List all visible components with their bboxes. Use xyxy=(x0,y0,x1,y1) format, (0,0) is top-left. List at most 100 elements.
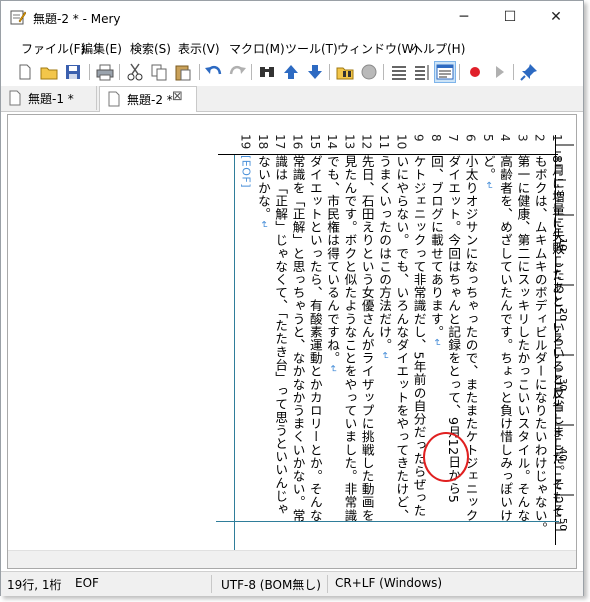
record-macro-icon[interactable] xyxy=(465,62,485,82)
line-number: 2 xyxy=(532,134,547,142)
line-text: ど。 xyxy=(480,155,496,182)
find-down-icon[interactable] xyxy=(305,62,325,82)
wrap-ruler-icon[interactable] xyxy=(434,61,456,83)
line-text: いにやらない。でも、いろんなダイエットをやってきたけど、 xyxy=(394,155,410,522)
tab-close-icon[interactable]: ⊠ xyxy=(172,89,183,104)
eof-status: EOF xyxy=(75,576,99,590)
wrap-none-icon[interactable] xyxy=(389,62,409,82)
close-button[interactable]: ✕ xyxy=(533,1,579,33)
text-line[interactable]: 見たんです。ボクと似たようなことをやっていました。非常識 xyxy=(341,155,357,522)
text-line[interactable]: 識は「正解」じゃなくて、「たたき台」って思うといいんじゃ xyxy=(272,155,288,516)
ruler-label: 50 xyxy=(557,518,568,531)
line-text: でも、市民権は得ているんですね。 xyxy=(325,155,341,365)
paste-icon[interactable] xyxy=(173,62,193,82)
document-icon xyxy=(9,90,21,106)
text-line[interactable]: 高齢者を、めざしていたんです。ちょっと負け惜しみっぽいけ xyxy=(497,155,513,522)
tab-untitled-1[interactable]: 無題-1 * xyxy=(1,86,97,110)
menu-file[interactable]: ファイル(F) xyxy=(21,40,85,57)
line-text: 回、ブログに載せてあります。 xyxy=(428,155,444,339)
line-text: 識は「正解」じゃなくて、「たたき台」って思うといいんじゃ xyxy=(273,155,289,516)
wrap-window-icon[interactable] xyxy=(412,62,432,82)
line-number: 9 xyxy=(411,134,426,142)
menu-view[interactable]: 表示(V) xyxy=(178,40,220,57)
menu-tools[interactable]: ツール(T) xyxy=(285,40,338,57)
undo-icon[interactable] xyxy=(204,62,224,82)
return-mark-icon: ↵ xyxy=(257,220,269,230)
line-number: 16 xyxy=(290,134,305,150)
toolbar-separator xyxy=(251,64,252,80)
editor-area[interactable]: 10 20 30 40 50 1 2 3 4 5 6 7 8 9 10 11 12 13 14 15 16 17… xyxy=(7,114,577,569)
toolbar-separator xyxy=(119,64,120,80)
window-title: 無題-2 * - Mery xyxy=(33,12,121,26)
find-in-files-icon[interactable] xyxy=(335,62,355,82)
open-folder-icon[interactable] xyxy=(39,62,59,82)
save-icon[interactable] xyxy=(63,62,83,82)
toolbar-separator xyxy=(199,64,200,80)
text-line[interactable]: 常識を「正解」と思っちゃうと、なかなかうまくいかない。常 xyxy=(290,155,306,522)
newline-status[interactable]: CR+LF (Windows) xyxy=(335,576,442,590)
play-macro-icon[interactable] xyxy=(489,62,509,82)
line-text: うまくいったのはこの方法だけ。 xyxy=(377,155,392,352)
text-line[interactable]: 先日、石田えりという女優さんがライザップに挑戦した動画を xyxy=(359,155,375,522)
pin-icon[interactable] xyxy=(519,62,539,82)
cut-icon[interactable] xyxy=(125,62,145,82)
line-number: 8 xyxy=(428,134,443,142)
find-up-icon[interactable] xyxy=(281,62,301,82)
line-number: 7 xyxy=(446,134,461,142)
caret-column-guide xyxy=(234,155,235,550)
encoding-status[interactable]: UTF-8 (BOM無し) xyxy=(221,576,321,593)
find-icon[interactable] xyxy=(257,62,277,82)
minimize-icon: ─ xyxy=(459,9,469,25)
line-number: 12 xyxy=(359,134,374,150)
line-number: 14 xyxy=(325,134,340,150)
line-number-gutter: 1 2 3 4 5 6 7 8 9 10 11 12 13 14 15 16 17 18 19 xyxy=(218,134,568,154)
toolbar xyxy=(1,59,583,85)
return-mark-icon: ↵ xyxy=(482,181,494,191)
line-text: 先日、石田えりという女優さんがライザップに挑戦した動画を xyxy=(359,155,375,522)
menu-help[interactable]: ヘルプ(H) xyxy=(411,40,465,57)
text-line[interactable]: もボクは、ムキムキのボディビルダーになりたいわけじゃない。 xyxy=(532,155,548,535)
print-icon[interactable] xyxy=(95,62,115,82)
line-text: [EOF] xyxy=(239,155,253,189)
minimize-button[interactable]: ─ xyxy=(441,1,487,33)
tab-label: 無題-2 * xyxy=(127,93,173,107)
clear-highlight-icon[interactable] xyxy=(359,62,379,82)
menu-edit[interactable]: 編集(E) xyxy=(81,40,122,57)
status-separator xyxy=(211,575,212,593)
text-line[interactable]: いにやらない。でも、いろんなダイエットをやってきたけど、 xyxy=(393,155,409,522)
text-line[interactable]: うまくいったのはこの方法だけ。↵ xyxy=(376,155,392,360)
return-mark-icon: ↵ xyxy=(327,364,339,374)
text-line[interactable]: でも、市民権は得ているんですね。↵ xyxy=(324,155,340,374)
tab-untitled-2[interactable]: 無題-2 * ⊠ xyxy=(99,86,197,112)
text-line[interactable]: ないかな。↵ xyxy=(255,155,271,229)
mery-app-icon xyxy=(10,10,26,25)
maximize-button[interactable]: ☐ xyxy=(487,1,533,33)
return-mark-icon: ↵ xyxy=(430,338,442,348)
horizontal-scrollbar[interactable] xyxy=(8,550,576,568)
text-line[interactable]: ダイエットといったら、有酸素運動とかカロリーとか。そんな xyxy=(307,155,323,522)
line-text: 常識を「正解」と思っちゃうと、なかなかうまくいかない。常 xyxy=(290,155,306,522)
title-bar: 無題-2 * - Mery ─ ☐ ✕ xyxy=(1,1,583,35)
redo-icon[interactable] xyxy=(227,62,247,82)
line-text: もボクは、ムキムキのボディビルダーになりたいわけじゃない。 xyxy=(532,155,548,535)
line-text: 見たんです。ボクと似たようなことをやっていました。非常識 xyxy=(342,155,358,522)
text-line[interactable]: 8月に増量に失敗したあと、いろいろと反省しました。そもそ xyxy=(549,155,565,517)
line-text: 高齢者を、めざしていたんです。ちょっと負け惜しみっぽいけ xyxy=(498,155,514,522)
new-file-icon[interactable] xyxy=(15,62,35,82)
text-line[interactable]: 回、ブログに載せてあります。↵ xyxy=(428,155,444,347)
menu-window[interactable]: ウィンドウ(W) xyxy=(337,40,418,57)
line-number: 19 xyxy=(238,134,253,150)
text-line[interactable]: [EOF] xyxy=(238,155,254,188)
line-number: 17 xyxy=(273,134,288,150)
line-number: 15 xyxy=(307,134,322,150)
line-text: 8月に増量に失敗したあと、いろいろと反省しました。そもそ xyxy=(550,155,565,518)
line-text: ないかな。 xyxy=(255,155,271,221)
text-line[interactable]: 第一に健康、第二にスッキリしたかっこいいスタイル。そんな xyxy=(514,155,530,522)
text-line[interactable]: ど。↵ xyxy=(480,155,496,190)
maximize-icon: ☐ xyxy=(503,9,517,25)
line-number: 13 xyxy=(342,134,357,150)
line-text: 第一に健康、第二にスッキリしたかっこいいスタイル。そんな xyxy=(515,155,531,522)
copy-icon[interactable] xyxy=(149,62,169,82)
menu-macro[interactable]: マクロ(M) xyxy=(229,40,285,57)
menu-search[interactable]: 検索(S) xyxy=(130,40,171,57)
